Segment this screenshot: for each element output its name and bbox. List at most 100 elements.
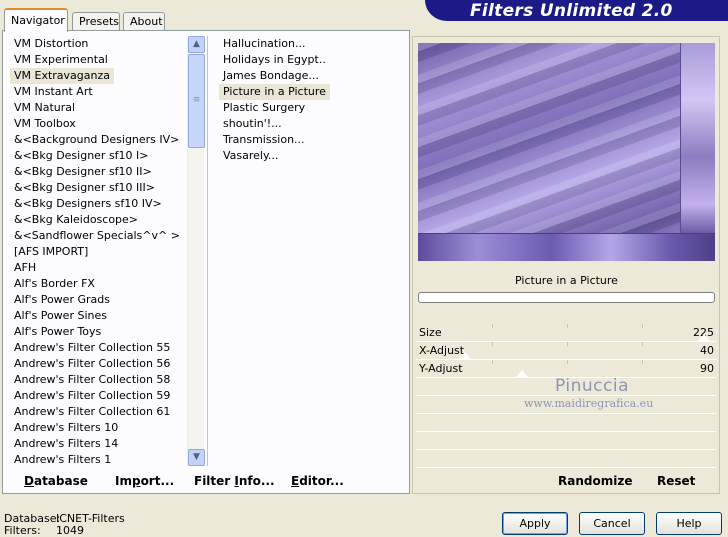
category-item[interactable]: &<Bkg Designer sf10 II> xyxy=(10,164,156,180)
preview-image[interactable] xyxy=(418,43,715,261)
filter-item-row[interactable]: Picture in a Picture xyxy=(219,84,419,100)
category-item-row[interactable]: &<Bkg Kaleidoscope> xyxy=(10,212,185,228)
category-item-row[interactable]: Alf's Power Sines xyxy=(10,308,185,324)
category-item-row[interactable]: Andrew's Filter Collection 56 xyxy=(10,356,185,372)
category-item[interactable]: &<Bkg Kaleidoscope> xyxy=(10,212,142,228)
slider-tick xyxy=(642,342,643,346)
category-item-row[interactable]: VM Distortion xyxy=(10,36,185,52)
category-item[interactable]: &<Background Designers IV> xyxy=(10,132,183,148)
category-item-row[interactable]: &<Sandflower Specials^v^ > xyxy=(10,228,185,244)
editor-button[interactable]: Editor... xyxy=(291,474,344,488)
category-item-row[interactable]: VM Extravaganza xyxy=(10,68,185,84)
category-item[interactable]: Andrew's Filter Collection 59 xyxy=(10,388,174,404)
category-item[interactable]: AFH xyxy=(10,260,40,276)
category-item[interactable]: VM Natural xyxy=(10,100,79,116)
randomize-button[interactable]: Randomize xyxy=(558,474,632,488)
category-item-row[interactable]: Andrew's Filter Collection 61 xyxy=(10,404,185,420)
category-item[interactable]: Alf's Power Sines xyxy=(10,308,111,324)
category-item[interactable]: &<Bkg Designer sf10 III> xyxy=(10,180,159,196)
category-item[interactable]: &<Sandflower Specials^v^ > xyxy=(10,228,184,244)
category-item-row[interactable]: Andrew's Filters 10 xyxy=(10,420,185,436)
category-item-row[interactable]: &<Background Designers IV> xyxy=(10,132,185,148)
filter-item-row[interactable]: Holidays in Egypt.. xyxy=(219,52,419,68)
filter-item-row[interactable]: Hallucination... xyxy=(219,36,419,52)
category-item[interactable]: Andrew's Filter Collection 55 xyxy=(10,340,174,356)
category-item[interactable]: &<Bkg Designers sf10 IV> xyxy=(10,196,166,212)
filter-item[interactable]: James Bondage... xyxy=(219,68,323,84)
category-item-row[interactable]: &<Bkg Designer sf10 II> xyxy=(10,164,185,180)
filter-item[interactable]: Picture in a Picture xyxy=(219,84,330,100)
reset-button[interactable]: Reset xyxy=(657,474,695,488)
category-item-row[interactable]: Andrew's Filter Collection 59 xyxy=(10,388,185,404)
category-item[interactable]: Andrew's Filters 10 xyxy=(10,420,122,436)
category-item[interactable]: Alf's Power Toys xyxy=(10,324,105,340)
category-item[interactable]: VM Instant Art xyxy=(10,84,97,100)
category-item-row[interactable]: Andrew's Filters 14 xyxy=(10,436,185,452)
category-scrollbar[interactable]: ▲ ≡ ▼ xyxy=(187,36,205,466)
category-list[interactable]: VM Distortion VM Experimental VM Extravaga… xyxy=(10,36,185,468)
category-item-row[interactable]: VM Toolbox xyxy=(10,116,185,132)
database-accel: D xyxy=(24,474,34,488)
filter-item-row[interactable]: Plastic Surgery xyxy=(219,100,419,116)
category-item-row[interactable]: Alf's Border FX xyxy=(10,276,185,292)
x-adjust-slider-marker[interactable] xyxy=(459,352,471,359)
filter-item[interactable]: Holidays in Egypt.. xyxy=(219,52,330,68)
size-slider-marker[interactable] xyxy=(698,334,710,341)
category-item[interactable]: Alf's Power Grads xyxy=(10,292,114,308)
help-button[interactable]: Help xyxy=(656,512,722,535)
x-adjust-slider[interactable]: X-Adjust 40 xyxy=(416,342,716,360)
tab-presets[interactable]: Presets xyxy=(72,12,120,30)
category-item[interactable]: Andrew's Filters 1 xyxy=(10,452,115,468)
tab-about[interactable]: About xyxy=(123,12,165,30)
scroll-thumb[interactable]: ≡ xyxy=(188,54,205,148)
category-item[interactable]: Andrew's Filter Collection 58 xyxy=(10,372,174,388)
scroll-up-button[interactable]: ▲ xyxy=(188,36,205,53)
category-item[interactable]: VM Distortion xyxy=(10,36,92,52)
category-item-row[interactable]: Alf's Power Grads xyxy=(10,292,185,308)
category-item[interactable]: VM Experimental xyxy=(10,52,112,68)
category-item[interactable]: Andrew's Filter Collection 61 xyxy=(10,404,174,420)
filter-item[interactable]: Plastic Surgery xyxy=(219,100,309,116)
filter-item[interactable]: shoutin'!... xyxy=(219,116,286,132)
category-item-row[interactable]: &<Bkg Designer sf10 III> xyxy=(10,180,185,196)
filter-info-button[interactable]: Filter Info... xyxy=(194,474,275,488)
size-slider[interactable]: Size 225 xyxy=(416,324,716,342)
category-item-row[interactable]: AFH xyxy=(10,260,185,276)
category-item-row[interactable]: Alf's Power Toys xyxy=(10,324,185,340)
cancel-button[interactable]: Cancel xyxy=(579,512,645,535)
category-item[interactable]: [AFS IMPORT] xyxy=(10,244,92,260)
category-item[interactable]: VM Toolbox xyxy=(10,116,80,132)
category-item-row[interactable]: Andrew's Filter Collection 58 xyxy=(10,372,185,388)
category-item[interactable]: Alf's Border FX xyxy=(10,276,99,292)
y-adjust-slider-marker[interactable] xyxy=(516,370,528,377)
filter-item-row[interactable]: James Bondage... xyxy=(219,68,419,84)
category-item-row[interactable]: &<Bkg Designer sf10 I> xyxy=(10,148,185,164)
category-item-row[interactable]: VM Instant Art xyxy=(10,84,185,100)
import-accel: p xyxy=(131,474,141,488)
apply-button[interactable]: Apply xyxy=(502,512,568,535)
category-item-row[interactable]: &<Bkg Designers sf10 IV> xyxy=(10,196,185,212)
filter-item-row[interactable]: shoutin'!... xyxy=(219,116,419,132)
filter-list[interactable]: Hallucination... Holidays in Egypt.. James… xyxy=(219,36,419,164)
progress-bar xyxy=(418,292,715,303)
scroll-down-button[interactable]: ▼ xyxy=(188,449,205,466)
filter-item[interactable]: Hallucination... xyxy=(219,36,309,52)
database-button[interactable]: Database xyxy=(24,474,88,488)
category-item[interactable]: Andrew's Filters 14 xyxy=(10,436,122,452)
import-button[interactable]: Import... xyxy=(115,474,174,488)
category-item[interactable]: Andrew's Filter Collection 56 xyxy=(10,356,174,372)
category-item[interactable]: VM Extravaganza xyxy=(10,68,115,84)
x-adjust-value: 40 xyxy=(700,344,714,357)
filter-item[interactable]: Transmission... xyxy=(219,132,309,148)
category-item-row[interactable]: VM Experimental xyxy=(10,52,185,68)
filter-item[interactable]: Vasarely... xyxy=(219,148,282,164)
filter-item-row[interactable]: Transmission... xyxy=(219,132,419,148)
tab-navigator[interactable]: Navigator xyxy=(4,8,68,32)
category-item-row[interactable]: VM Natural xyxy=(10,100,185,116)
category-item-row[interactable]: [AFS IMPORT] xyxy=(10,244,185,260)
category-item-row[interactable]: Andrew's Filter Collection 55 xyxy=(10,340,185,356)
filter-item-row[interactable]: Vasarely... xyxy=(219,148,419,164)
category-item[interactable]: &<Bkg Designer sf10 I> xyxy=(10,148,153,164)
empty-param-row xyxy=(416,450,716,468)
category-item-row[interactable]: Andrew's Filters 1 xyxy=(10,452,185,468)
